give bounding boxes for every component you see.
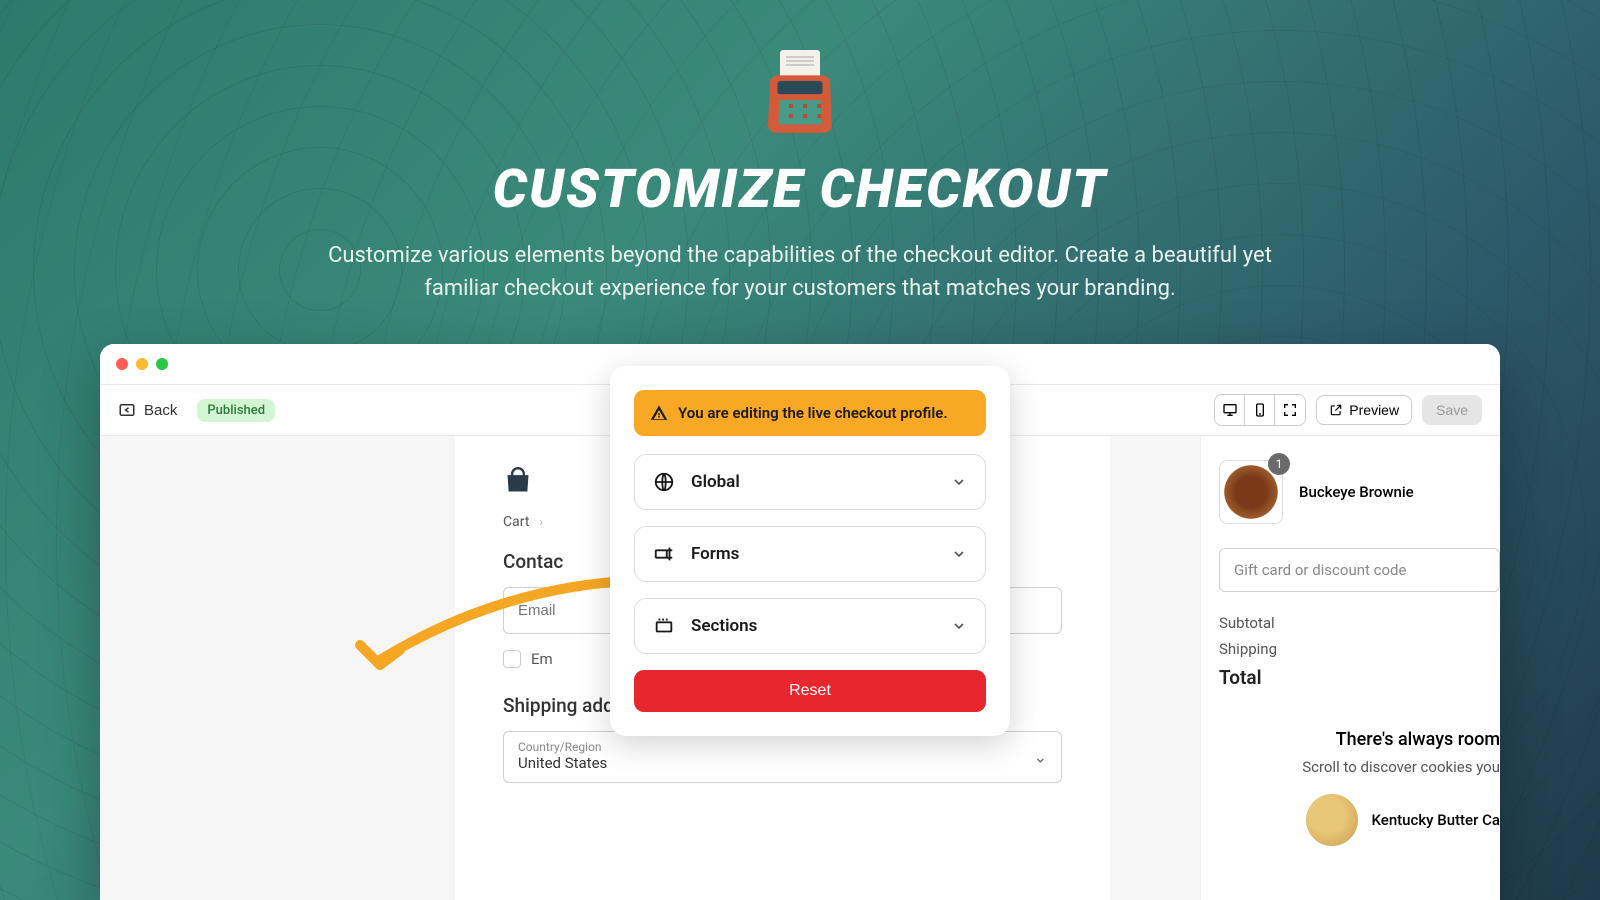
country-value: United States bbox=[518, 754, 1047, 772]
forms-icon bbox=[653, 543, 675, 565]
accordion-forms-label: Forms bbox=[691, 544, 935, 564]
hero-title: CUSTOMIZE CHECKOUT bbox=[0, 158, 1600, 221]
published-badge: Published bbox=[197, 399, 275, 422]
window-close-dot[interactable] bbox=[116, 358, 128, 370]
chevron-right-icon: › bbox=[539, 515, 543, 529]
warning-text: You are editing the live checkout profil… bbox=[678, 404, 948, 422]
email-consent-label: Em bbox=[531, 650, 553, 668]
total-row: Total bbox=[1219, 666, 1500, 689]
pos-terminal-icon bbox=[764, 50, 836, 140]
chevron-down-icon bbox=[951, 546, 967, 562]
back-label: Back bbox=[144, 402, 177, 419]
sections-icon bbox=[653, 615, 675, 637]
fullscreen-icon bbox=[1282, 402, 1298, 418]
settings-popover: You are editing the live checkout profil… bbox=[610, 366, 1010, 736]
product-name: Buckeye Brownie bbox=[1299, 483, 1414, 501]
warning-banner: You are editing the live checkout profil… bbox=[634, 390, 986, 436]
accordion-global[interactable]: Global bbox=[634, 454, 986, 510]
email-consent-checkbox[interactable] bbox=[503, 650, 521, 668]
reset-button[interactable]: Reset bbox=[634, 670, 986, 712]
preview-label: Preview bbox=[1349, 402, 1399, 418]
warning-icon bbox=[650, 404, 668, 422]
shopping-bag-icon bbox=[503, 466, 533, 496]
device-switcher bbox=[1214, 394, 1306, 426]
back-arrow-icon bbox=[118, 401, 136, 419]
subtotal-row: Subtotal bbox=[1219, 614, 1500, 632]
window-minimize-dot[interactable] bbox=[136, 358, 148, 370]
app-window: Back Published Co Preview Save bbox=[100, 344, 1500, 900]
fullscreen-view-button[interactable] bbox=[1275, 395, 1305, 425]
back-button[interactable]: Back bbox=[118, 401, 177, 419]
accordion-sections-label: Sections bbox=[691, 616, 935, 636]
mobile-view-button[interactable] bbox=[1245, 395, 1275, 425]
desktop-view-button[interactable] bbox=[1215, 395, 1245, 425]
shipping-row: Shipping bbox=[1219, 640, 1500, 658]
globe-icon bbox=[653, 471, 675, 493]
chevron-down-icon bbox=[951, 618, 967, 634]
chevron-down-icon: ⌄ bbox=[1034, 748, 1047, 767]
discount-code-input[interactable]: Gift card or discount code bbox=[1219, 548, 1500, 592]
recommendation-name: Kentucky Butter Ca bbox=[1372, 811, 1500, 829]
window-maximize-dot[interactable] bbox=[156, 358, 168, 370]
preview-button[interactable]: Preview bbox=[1316, 395, 1412, 425]
save-button[interactable]: Save bbox=[1422, 395, 1482, 425]
country-select[interactable]: Country/Region United States ⌄ bbox=[503, 731, 1062, 783]
accordion-global-label: Global bbox=[691, 472, 935, 492]
mobile-icon bbox=[1252, 402, 1268, 418]
product-thumbnail: 1 bbox=[1219, 460, 1283, 524]
hero-section: CUSTOMIZE CHECKOUT Customize various ele… bbox=[0, 0, 1600, 305]
external-link-icon bbox=[1329, 403, 1343, 417]
quantity-badge: 1 bbox=[1268, 453, 1290, 475]
upsell-heading: There's always room bbox=[1219, 729, 1500, 750]
breadcrumb-cart[interactable]: Cart bbox=[503, 514, 529, 530]
hero-subtitle: Customize various elements beyond the ca… bbox=[290, 239, 1310, 305]
order-summary: 1 Buckeye Brownie Gift card or discount … bbox=[1200, 436, 1500, 900]
country-label: Country/Region bbox=[518, 740, 1047, 754]
chevron-down-icon bbox=[951, 474, 967, 490]
accordion-sections[interactable]: Sections bbox=[634, 598, 986, 654]
upsell-subtitle: Scroll to discover cookies you bbox=[1219, 758, 1500, 776]
desktop-icon bbox=[1222, 402, 1238, 418]
recommendation-thumbnail bbox=[1306, 794, 1358, 846]
accordion-forms[interactable]: Forms bbox=[634, 526, 986, 582]
